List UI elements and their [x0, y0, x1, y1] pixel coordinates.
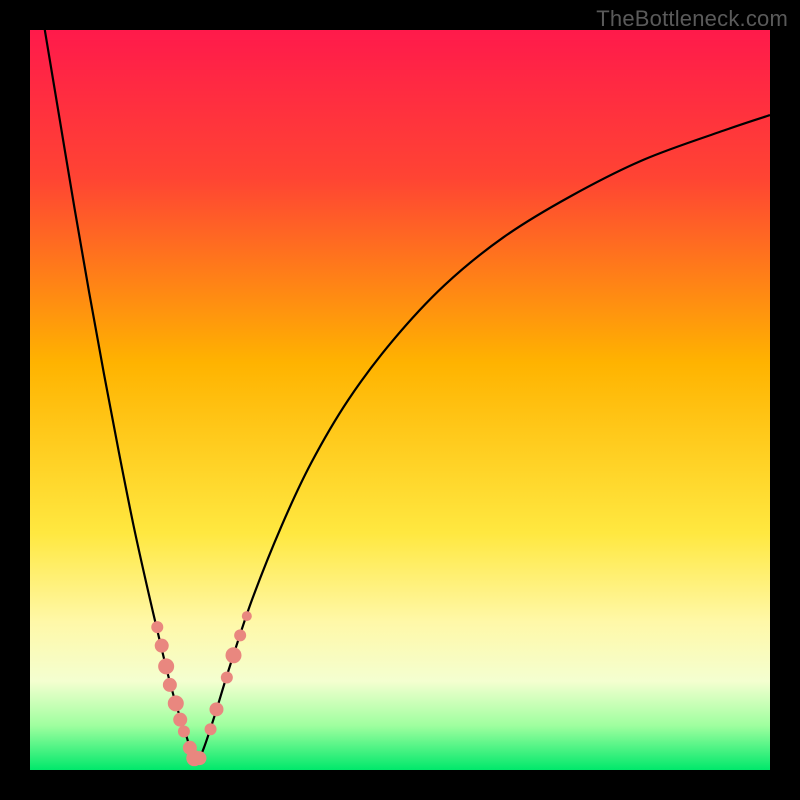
highlight-dot [155, 639, 169, 653]
chart-svg [30, 30, 770, 770]
chart-frame: TheBottleneck.com [0, 0, 800, 800]
gradient-background [30, 30, 770, 770]
plot-area [30, 30, 770, 770]
highlight-dot [168, 695, 184, 711]
highlight-dot [234, 629, 246, 641]
highlight-dot [173, 713, 187, 727]
highlight-dot [221, 672, 233, 684]
highlight-dot [192, 751, 206, 765]
highlight-dot [151, 621, 163, 633]
highlight-dot [226, 647, 242, 663]
highlight-dot [242, 611, 252, 621]
highlight-dot [209, 702, 223, 716]
highlight-dot [158, 658, 174, 674]
highlight-dot [205, 723, 217, 735]
watermark-text: TheBottleneck.com [596, 6, 788, 32]
highlight-dot [178, 726, 190, 738]
highlight-dot [163, 678, 177, 692]
